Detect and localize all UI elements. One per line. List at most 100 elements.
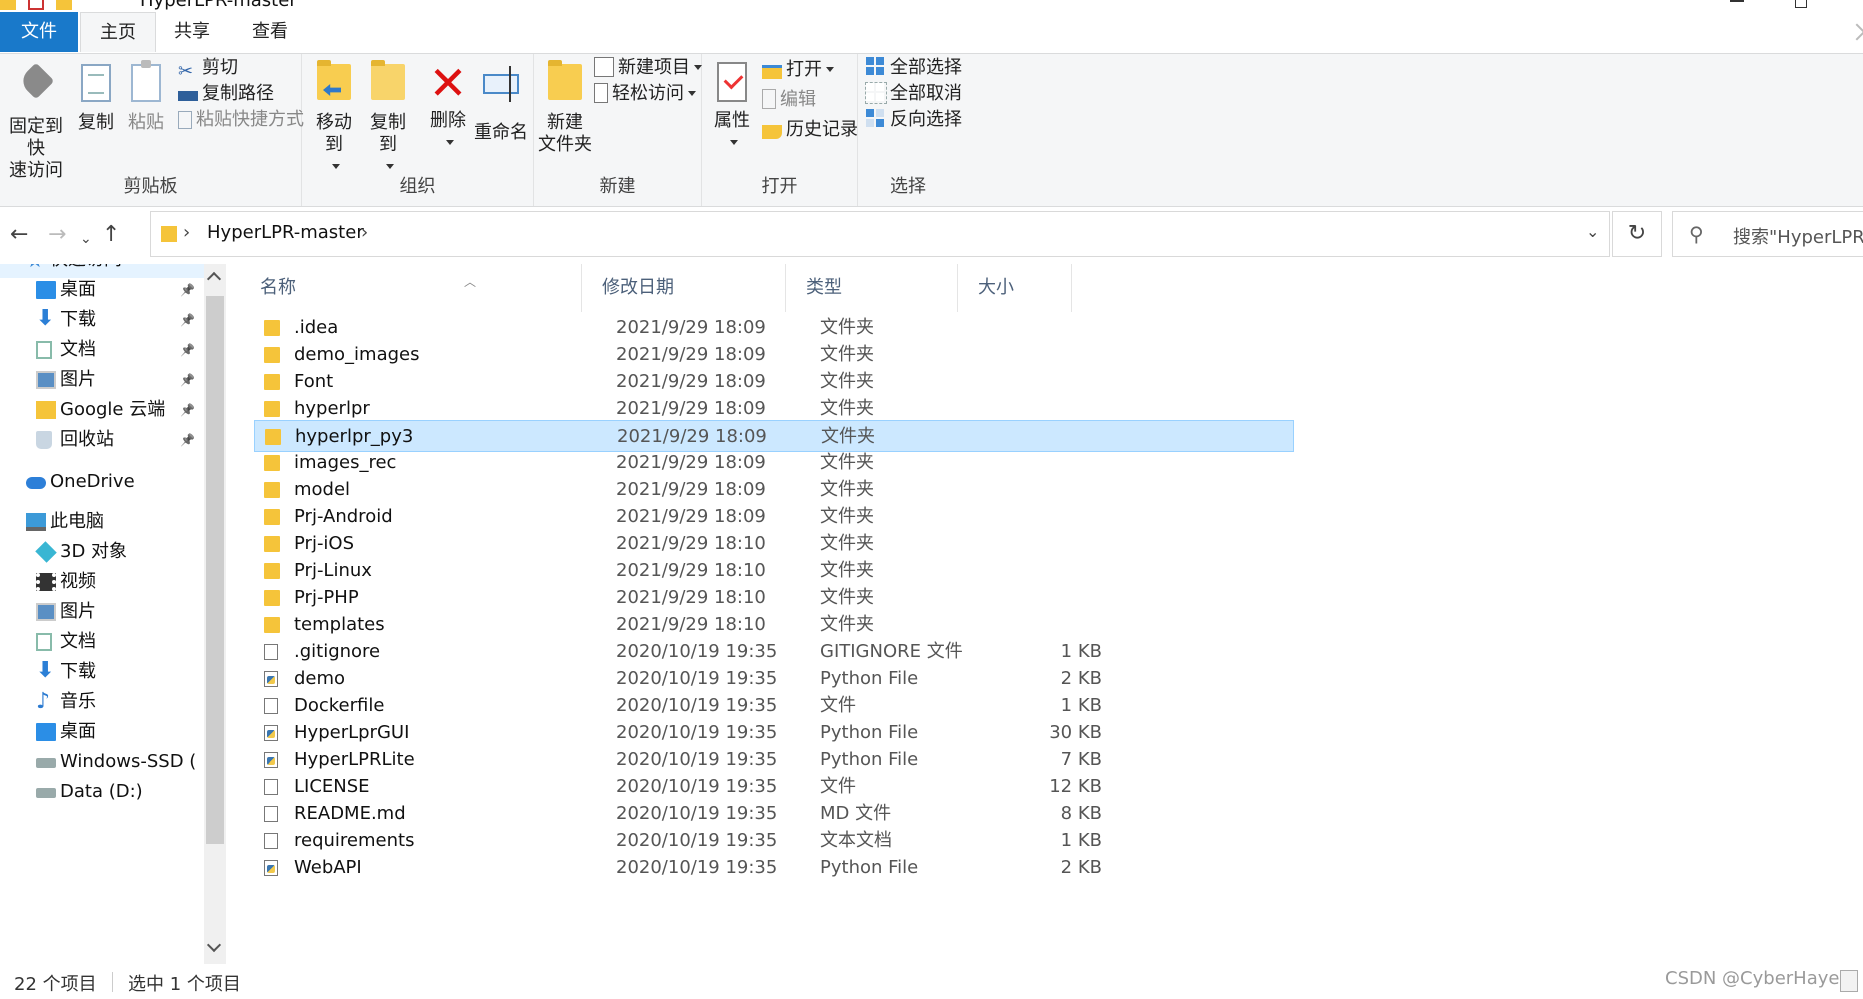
window-title: HyperLPR-master xyxy=(140,0,297,11)
column-type-label: 类型 xyxy=(806,277,842,298)
scroll-up-icon[interactable] xyxy=(206,271,222,287)
breadcrumb-chevron-icon[interactable]: › xyxy=(361,222,368,243)
select-group-label: 选择 xyxy=(890,176,926,197)
select-all-label: 全部选择 xyxy=(890,57,962,78)
open-folder-icon xyxy=(762,65,782,79)
file-row[interactable]: WebAPI 2020/10/19 19:35 Python File 2 KB xyxy=(254,852,1294,884)
recycle-bin-icon xyxy=(36,431,52,449)
new-folder-button[interactable]: 新建 文件夹 xyxy=(538,60,592,156)
navigation-bar: ← → ⌄ ↑ › HyperLPR-master › ⌄ ↻ ⚲ 搜索"Hyp… xyxy=(0,207,1863,263)
properties-button[interactable]: 属性 xyxy=(710,62,754,154)
copy-path-button[interactable]: 复制路径 xyxy=(178,80,274,108)
paste-button[interactable]: 粘贴 xyxy=(124,60,168,134)
select-group: 全部选择 全部取消 反向选择 选择 xyxy=(858,54,962,206)
paste-shortcut-button[interactable]: 粘贴快捷方式 xyxy=(178,106,304,134)
search-icon: ⚲ xyxy=(1689,222,1704,246)
address-bar[interactable]: › HyperLPR-master › ⌄ xyxy=(150,211,1610,257)
tab-view[interactable]: 查看 xyxy=(238,12,302,52)
star-icon: ★ xyxy=(26,264,46,270)
select-none-icon xyxy=(865,82,887,104)
cloud-icon xyxy=(26,477,46,489)
new-folder-icon xyxy=(545,60,585,106)
new-folder-label-line2: 文件夹 xyxy=(538,134,592,155)
delete-dropdown-icon xyxy=(446,140,454,145)
column-header-date[interactable]: 修改日期 xyxy=(582,264,786,312)
new-item-icon xyxy=(594,57,614,77)
select-all-button[interactable]: 全部选择 xyxy=(866,54,962,82)
folder-icon xyxy=(0,0,16,10)
edit-label: 编辑 xyxy=(780,89,816,110)
sidebar-item[interactable]: Data (D:) xyxy=(0,774,204,810)
video-icon xyxy=(36,573,56,591)
sidebar-item[interactable]: OneDrive xyxy=(0,464,204,500)
edit-button[interactable]: 编辑 xyxy=(762,86,816,114)
navigation-pane: ★快速访问桌面📌⬇下载📌文档📌图片📌Google 云端📌回收站📌OneDrive… xyxy=(0,264,228,964)
folder-icon xyxy=(264,563,280,579)
move-to-button[interactable]: 移动到 xyxy=(308,60,360,178)
tab-home[interactable]: 主页 xyxy=(80,12,156,52)
pin-to-quick-access-button[interactable]: 固定到快 速访问 xyxy=(4,62,68,182)
tab-file[interactable]: 文件 xyxy=(0,12,78,52)
breadcrumb-current[interactable]: HyperLPR-master xyxy=(207,222,364,243)
file-name: WebAPI xyxy=(294,857,362,878)
breadcrumb-separator-icon[interactable]: › xyxy=(183,222,190,243)
watermark: CSDN @CyberHaye xyxy=(1665,968,1840,989)
new-item-dropdown-icon xyxy=(694,65,702,70)
scroll-down-icon[interactable] xyxy=(206,937,222,953)
folder-icon xyxy=(264,455,280,471)
copy-to-label: 复制到 xyxy=(370,112,406,155)
organize-group-label: 组织 xyxy=(399,176,436,197)
refresh-button[interactable]: ↻ xyxy=(1612,211,1662,257)
document-icon xyxy=(36,341,52,359)
back-arrow-icon[interactable]: ← xyxy=(10,223,28,247)
folder-icon xyxy=(264,617,280,633)
file-size: 2 KB xyxy=(1060,857,1102,878)
new-item-button[interactable]: 新建项目 xyxy=(594,54,702,82)
status-divider xyxy=(112,972,113,992)
minimize-icon[interactable] xyxy=(1730,0,1744,2)
properties-check-icon[interactable] xyxy=(28,0,44,10)
easy-access-button[interactable]: 轻松访问 xyxy=(594,80,696,108)
invert-selection-button[interactable]: 反向选择 xyxy=(866,106,962,134)
pin-icon[interactable]: 📌 xyxy=(180,422,195,458)
copy-button[interactable]: 复制 xyxy=(74,62,118,134)
python-file-icon xyxy=(264,725,278,741)
open-button[interactable]: 打开 xyxy=(762,56,834,84)
ribbon-collapse-icon[interactable] xyxy=(1848,23,1863,41)
folder-icon xyxy=(264,536,280,552)
search-box[interactable]: ⚲ 搜索"HyperLPR xyxy=(1672,211,1863,257)
organize-group: 移动到 复制到 ✕ 删除 重命名 组织 xyxy=(302,54,534,206)
sidebar-item[interactable]: 回收站 📌 xyxy=(0,422,204,458)
history-button[interactable]: 历史记录 xyxy=(762,116,858,144)
rename-label: 重命名 xyxy=(474,122,528,143)
delete-button[interactable]: ✕ 删除 xyxy=(428,60,468,154)
column-header-size[interactable]: 大小 xyxy=(958,264,1072,312)
rename-button[interactable]: 重命名 xyxy=(474,62,528,144)
document-icon xyxy=(36,633,52,651)
file-type: Python File xyxy=(820,857,919,878)
file-icon xyxy=(264,806,278,822)
maximize-icon[interactable] xyxy=(1795,0,1807,8)
tab-share[interactable]: 共享 xyxy=(160,12,224,52)
paste-shortcut-label: 粘贴快捷方式 xyxy=(196,109,304,130)
column-header-type[interactable]: 类型 xyxy=(786,264,958,312)
select-none-button[interactable]: 全部取消 xyxy=(865,80,962,108)
navigation-scrollbar[interactable] xyxy=(204,264,226,964)
up-arrow-icon[interactable]: ↑ xyxy=(102,223,120,247)
scrollbar-thumb[interactable] xyxy=(206,296,224,844)
python-file-icon xyxy=(264,752,278,768)
recent-locations-chevron-icon[interactable]: ⌄ xyxy=(80,227,92,251)
column-size-label: 大小 xyxy=(978,277,1014,298)
folder-icon xyxy=(264,374,280,390)
picture-icon xyxy=(36,371,56,389)
invert-selection-label: 反向选择 xyxy=(890,109,962,130)
view-toggle-icon[interactable] xyxy=(1840,970,1858,992)
column-header-name[interactable]: 名称 ︿ xyxy=(240,264,582,312)
cut-button[interactable]: ✂ 剪切 xyxy=(178,54,238,82)
forward-arrow-icon[interactable]: → xyxy=(48,223,66,247)
folder-icon xyxy=(264,482,280,498)
new-folder-icon[interactable] xyxy=(56,0,72,10)
address-dropdown-icon[interactable]: ⌄ xyxy=(1586,222,1599,241)
copy-to-button[interactable]: 复制到 xyxy=(362,60,414,178)
open-dropdown-icon xyxy=(826,67,834,72)
